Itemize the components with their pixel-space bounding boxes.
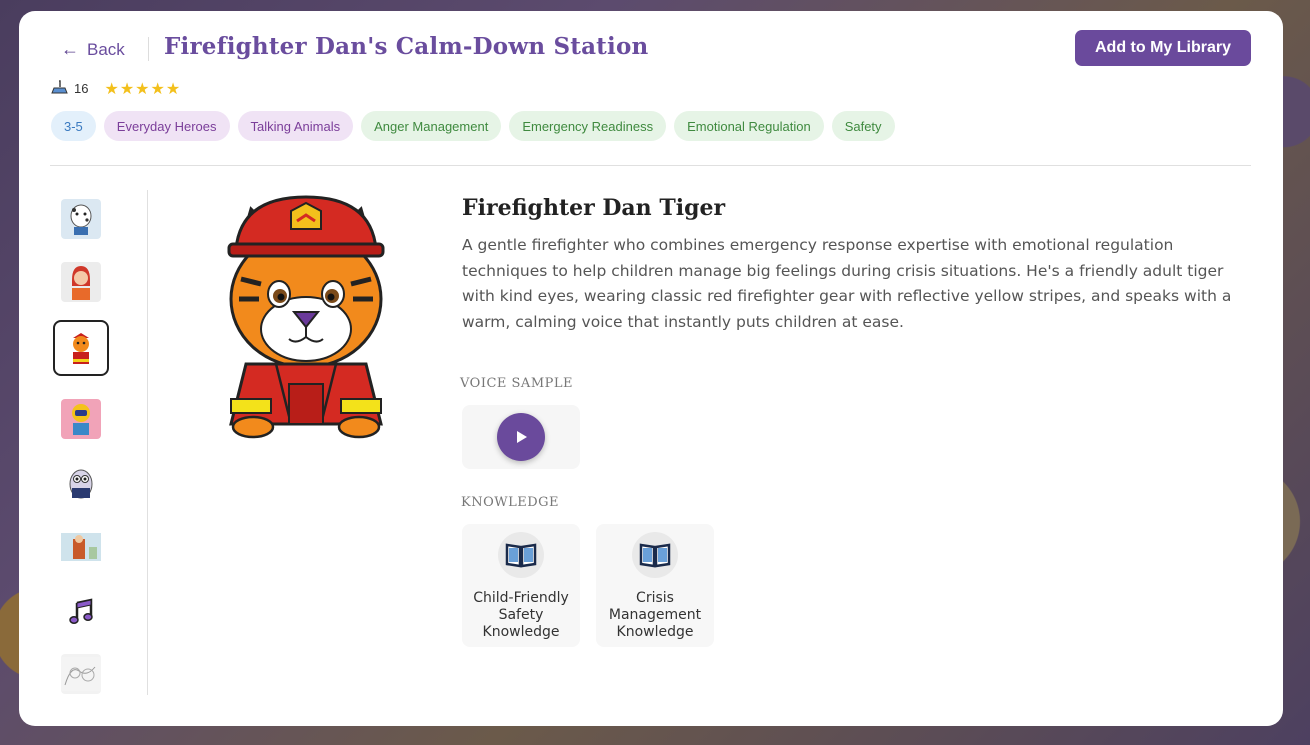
knowledge-item-label: Child-Friendly Safety Knowledge [473, 590, 569, 640]
back-label: Back [87, 39, 125, 59]
knowledge-item-label: Crisis Management Knowledge [608, 590, 702, 640]
tag-safety[interactable]: Safety [831, 111, 895, 141]
tag-age[interactable]: 3-5 [51, 111, 96, 141]
sketch-icon [61, 654, 101, 694]
stats-row: 16 ★★★★★ [51, 79, 181, 98]
character-description: A gentle firefighter who combines emerge… [462, 236, 1232, 331]
tag-anger-management[interactable]: Anger Management [361, 111, 502, 141]
sidebar-divider [147, 190, 148, 695]
thumbnail-music[interactable] [53, 583, 109, 639]
book-icon [498, 532, 544, 578]
character-name: Firefighter Dan Tiger [462, 195, 726, 221]
thumbnail-owl[interactable] [53, 456, 109, 512]
knowledge-item-crisis[interactable]: Crisis Management Knowledge [596, 524, 714, 647]
back-arrow-icon: ← [61, 39, 79, 59]
thumbnail-scene[interactable] [53, 519, 109, 575]
knowledge-item-safety[interactable]: Child-Friendly Safety Knowledge [462, 524, 580, 647]
thumbnail-firefighter-girl[interactable] [53, 254, 109, 310]
play-icon [517, 431, 527, 443]
thumbnail-tiger[interactable] [53, 320, 109, 376]
tag-everyday-heroes[interactable]: Everyday Heroes [103, 111, 230, 141]
page-title: Firefighter Dan's Calm-Down Station [164, 33, 649, 60]
header-divider [148, 37, 149, 61]
add-to-library-button[interactable]: Add to My Library [1075, 30, 1251, 66]
play-button[interactable] [497, 413, 545, 461]
tag-emotional-regulation[interactable]: Emotional Regulation [674, 111, 824, 141]
star-rating: ★★★★★ [104, 79, 182, 98]
tiger-icon [61, 328, 101, 368]
tiger-firefighter-icon [227, 195, 385, 439]
owl-icon [61, 464, 101, 504]
back-button[interactable]: ← Back [61, 39, 125, 60]
character-image [181, 189, 431, 439]
tag-emergency-readiness[interactable]: Emergency Readiness [509, 111, 667, 141]
book-icon [632, 532, 678, 578]
scene-icon [61, 533, 101, 561]
tag-list: 3-5 Everyday Heroes Talking Animals Ange… [51, 111, 895, 141]
detail-card: ← Back Firefighter Dan's Calm-Down Stati… [19, 11, 1283, 726]
tag-talking-animals[interactable]: Talking Animals [237, 111, 354, 141]
robot-icon [61, 399, 101, 439]
voice-sample-label: VOICE SAMPLE [460, 376, 573, 391]
red-hair-girl-icon [61, 262, 101, 302]
user-count-icon [51, 79, 68, 98]
voice-sample-card [462, 405, 580, 469]
dalmatian-icon [61, 199, 101, 239]
knowledge-label: KNOWLEDGE [461, 495, 560, 510]
uses-count: 16 [74, 81, 89, 96]
thumbnail-dalmatian[interactable] [53, 191, 109, 247]
music-note-icon [61, 591, 101, 631]
section-divider [50, 165, 1251, 166]
thumbnail-sketch[interactable] [53, 646, 109, 702]
thumbnail-robot[interactable] [53, 391, 109, 447]
